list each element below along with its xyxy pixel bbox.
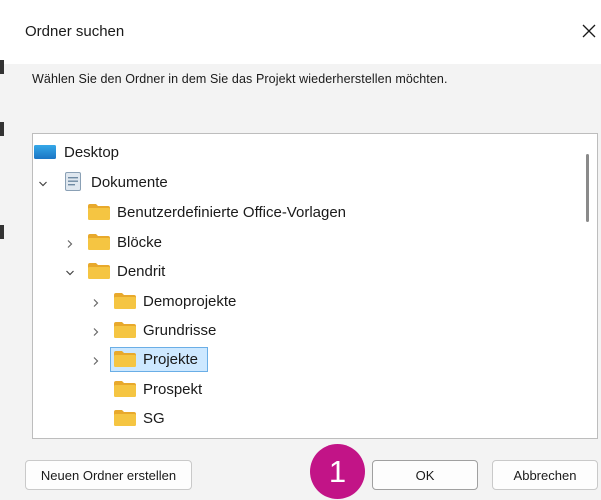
tree-item-label: Dendrit [117, 263, 166, 280]
chevron-down-icon[interactable] [64, 267, 76, 279]
documents-icon [65, 172, 81, 191]
close-icon [582, 24, 596, 38]
folder-tree[interactable]: Desktop Dokumente Benutzerdefinierte Off… [32, 133, 598, 439]
dialog-title: Ordner suchen [25, 23, 125, 40]
tree-item-label: Benutzerdefinierte Office-Vorlagen [117, 204, 347, 221]
folder-icon [114, 410, 136, 426]
close-button[interactable] [574, 14, 601, 48]
chevron-down-icon[interactable] [37, 178, 49, 190]
tree-item-label: Demoprojekte [143, 293, 237, 310]
tree-item-label: Grundrisse [143, 322, 217, 339]
edge-marker [0, 225, 4, 239]
tree-item-label: SG [143, 410, 165, 427]
chevron-right-icon[interactable] [90, 355, 102, 367]
step-annotation-badge: 1 [310, 444, 365, 499]
ok-button[interactable]: OK [372, 460, 478, 490]
tree-item-label: Prospekt [143, 381, 203, 398]
cancel-button[interactable]: Abbrechen [492, 460, 598, 490]
edge-marker [0, 60, 4, 74]
tree-item-label: Dokumente [91, 174, 168, 191]
tree-item-label: Projekte [143, 351, 199, 368]
folder-icon [88, 234, 110, 250]
new-folder-button[interactable]: Neuen Ordner erstellen [25, 460, 192, 490]
chevron-right-icon[interactable] [90, 326, 102, 338]
instruction-text: Wählen Sie den Ordner in dem Sie das Pro… [32, 72, 448, 86]
folder-icon [88, 204, 110, 220]
tree-item-label: Blöcke [117, 234, 163, 251]
folder-icon [114, 351, 136, 367]
desktop-icon [34, 145, 56, 159]
tree-item-label: Desktop [64, 144, 120, 161]
folder-browse-dialog: Ordner suchen Wählen Sie den Ordner in d… [0, 0, 601, 500]
edge-marker [0, 122, 4, 136]
folder-icon [114, 293, 136, 309]
chevron-right-icon[interactable] [64, 238, 76, 250]
folder-icon [114, 381, 136, 397]
title-bar: Ordner suchen [0, 0, 601, 64]
folder-icon [114, 322, 136, 338]
vertical-scrollbar[interactable] [586, 154, 589, 222]
folder-icon [88, 263, 110, 279]
chevron-right-icon[interactable] [90, 297, 102, 309]
